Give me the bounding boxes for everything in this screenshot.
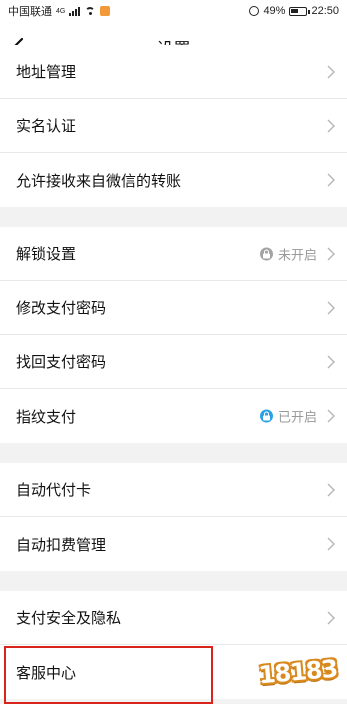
chevron-right-icon (327, 483, 335, 496)
chevron-right-icon (327, 301, 335, 314)
lock-icon (259, 409, 273, 423)
battery-percent: 49% (263, 5, 286, 17)
section-divider (0, 207, 347, 227)
settings-item-recover-password[interactable]: 找回支付密码 (0, 335, 347, 389)
section-divider (0, 443, 347, 463)
status-bar: 中国联通 4G 49% 22:50 (0, 0, 347, 22)
status-text: 已开启 (277, 409, 317, 425)
settings-item-label: 客服中心 (16, 664, 77, 682)
chevron-right-icon (327, 537, 335, 551)
settings-item-auto-deduction[interactable]: 自动扣费管理 (0, 517, 347, 571)
alarm-icon (249, 6, 260, 16)
status-indicator: 已开启 (259, 407, 317, 426)
settings-item-label: 实名认证 (16, 118, 77, 135)
chevron-right-icon (327, 355, 335, 368)
chevron-right-icon (327, 173, 335, 187)
settings-item-unlock[interactable]: 解锁设置 未开启 (0, 227, 347, 281)
settings-item-auto-pay-card[interactable]: 自动代付卡 (0, 463, 347, 517)
status-indicator: 未开启 (259, 244, 317, 263)
status-text: 未开启 (277, 247, 317, 262)
wifi-icon (84, 6, 96, 16)
settings-item-label: 地址管理 (16, 64, 77, 81)
watermark-logo: 18183 (257, 654, 339, 690)
chevron-right-icon (327, 119, 335, 132)
settings-item-label: 修改支付密码 (16, 300, 107, 317)
chevron-right-icon (327, 611, 335, 624)
settings-list: 地址管理 实名认证 允许接收来自微信的转账 解锁设置 未开启 修改支付密码 找回… (0, 45, 347, 699)
settings-item-security-privacy[interactable]: 支付安全及隐私 (0, 591, 347, 645)
settings-item-address[interactable]: 地址管理 (0, 45, 347, 99)
chevron-right-icon (327, 247, 335, 260)
signal-icon (69, 6, 81, 16)
carrier-label: 中国联通 (8, 6, 52, 18)
settings-item-label: 支付安全及隐私 (16, 610, 122, 627)
chevron-right-icon (327, 65, 335, 78)
notification-icon (100, 6, 111, 16)
section-divider (0, 571, 347, 591)
settings-item-label: 指纹支付 (16, 408, 77, 426)
settings-item-label: 自动扣费管理 (16, 536, 107, 554)
settings-item-change-password[interactable]: 修改支付密码 (0, 281, 347, 335)
network-type: 4G (56, 7, 66, 15)
status-bar-left: 中国联通 4G (8, 3, 111, 19)
battery-icon (289, 6, 311, 16)
status-bar-right: 49% 22:50 (249, 5, 339, 17)
lock-icon (259, 247, 273, 260)
settings-item-label: 解锁设置 (16, 246, 77, 263)
settings-item-label: 自动代付卡 (16, 482, 92, 499)
chevron-right-icon (327, 409, 335, 423)
settings-item-label: 找回支付密码 (16, 354, 107, 371)
clock: 22:50 (311, 5, 339, 17)
settings-item-wechat-transfer[interactable]: 允许接收来自微信的转账 (0, 153, 347, 207)
settings-item-real-name[interactable]: 实名认证 (0, 99, 347, 153)
settings-item-fingerprint-pay[interactable]: 指纹支付 已开启 (0, 389, 347, 443)
settings-item-label: 允许接收来自微信的转账 (16, 172, 182, 190)
